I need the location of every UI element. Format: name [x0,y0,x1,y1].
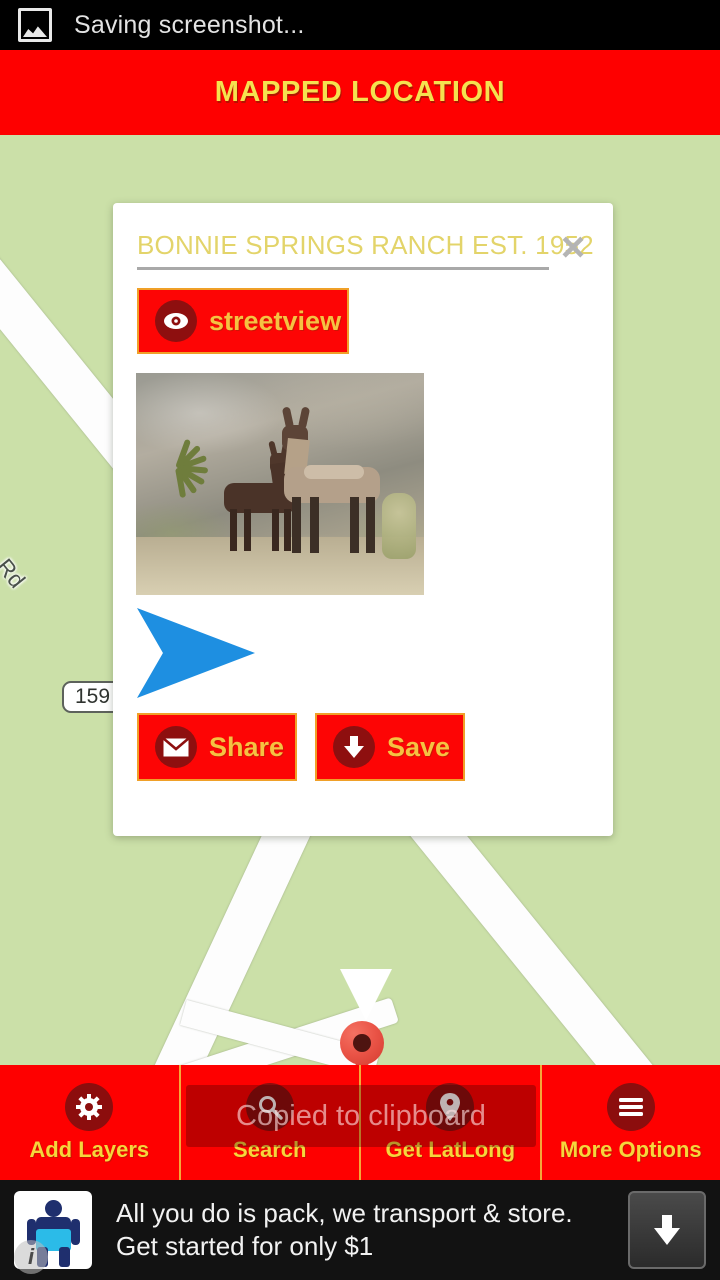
location-photo[interactable] [136,373,424,595]
status-bar: Saving screenshot... [0,0,720,50]
streetview-button[interactable]: streetview [137,288,349,354]
app-root: Saving screenshot... MAPPED LOCATION Rd … [0,0,720,1280]
ad-download-button[interactable] [628,1191,706,1269]
download-arrow-icon [333,726,375,768]
status-bar-text: Saving screenshot... [74,10,305,39]
toolbar-item-more-options[interactable]: More Options [542,1065,720,1180]
share-button-label: Share [209,731,285,762]
toolbar-label-more-options: More Options [559,1136,702,1162]
map-pin-marker[interactable] [340,1021,384,1065]
download-arrow-icon [654,1215,680,1245]
photo-ground [136,537,424,595]
pin-dot [353,1034,371,1052]
info-card: BONNIE SPRINGS RANCH EST. 1952 × streetv… [113,203,613,836]
gear-icon [65,1082,114,1131]
ad-text: All you do is pack, we transport & store… [116,1198,573,1261]
road-label-partial: Rd [0,553,31,593]
eye-icon [155,300,197,342]
image-icon [16,6,54,44]
save-button-label: Save [387,731,451,762]
streetview-button-label: streetview [209,305,342,336]
toolbar-item-add-layers[interactable]: Add Layers [0,1065,181,1180]
info-card-divider [137,267,549,270]
page-title: MAPPED LOCATION [214,76,506,108]
share-button[interactable]: Share [137,713,297,781]
close-icon[interactable]: × [551,225,595,269]
ad-banner[interactable]: i All you do is pack, we transport & sto… [0,1180,720,1280]
photo-cactus [382,493,416,559]
info-card-title: BONNIE SPRINGS RANCH EST. 1952 [137,230,594,260]
envelope-icon [155,726,197,768]
toast-message: Copied to clipboard [186,1085,536,1147]
photo-burro-light [281,406,384,553]
app-header: MAPPED LOCATION [0,50,720,135]
photo-yucca-plant [154,438,210,501]
toolbar-label-add-layers: Add Layers [29,1136,150,1162]
ad-info-badge[interactable]: i [14,1240,48,1274]
blue-right-arrow-icon[interactable] [137,608,255,698]
save-button[interactable]: Save [315,713,465,781]
hamburger-menu-icon [606,1082,655,1131]
